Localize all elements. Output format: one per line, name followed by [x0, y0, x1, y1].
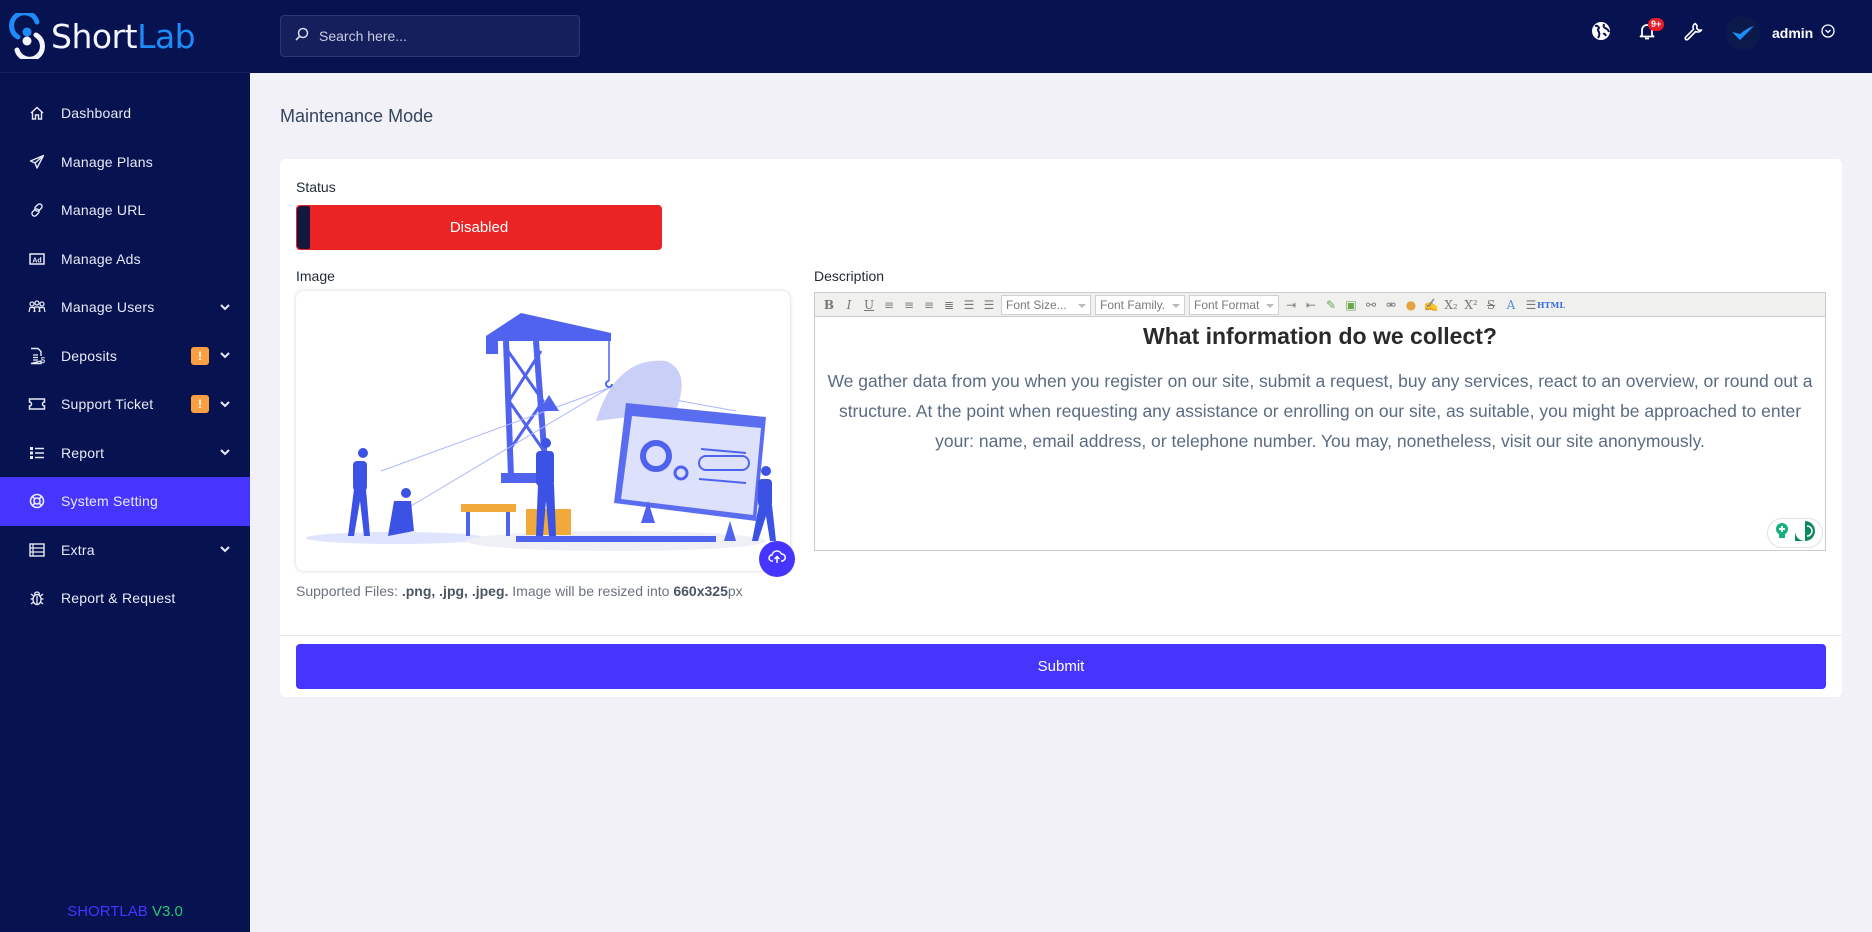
search-icon: [295, 27, 309, 46]
image-label: Image: [296, 268, 335, 284]
unordered-list-icon[interactable]: ☰: [979, 295, 999, 315]
home-icon: [28, 104, 46, 122]
status-label: Status: [296, 179, 336, 195]
status-toggle[interactable]: Disabled: [296, 205, 662, 250]
italic-icon[interactable]: I: [839, 295, 859, 315]
color-palette-icon[interactable]: ●: [1401, 295, 1421, 315]
shortlab-logo-icon: [9, 10, 45, 62]
cloud-upload-icon: [768, 549, 786, 569]
life-ring-icon: [28, 492, 46, 510]
underline-icon[interactable]: U: [859, 295, 879, 315]
form-divider: [280, 635, 1842, 636]
align-center-icon[interactable]: ≡: [899, 295, 919, 315]
topbar: 9+ admin: [250, 0, 1872, 73]
notification-count-badge: 9+: [1648, 18, 1665, 31]
insert-link-icon[interactable]: ⚯: [1361, 295, 1381, 315]
sidebar-item-manage-ads[interactable]: Ad Manage Ads: [0, 235, 250, 284]
subscript-icon[interactable]: X₂: [1441, 295, 1461, 315]
indent-icon[interactable]: ⇥: [1281, 295, 1301, 315]
chevron-down-icon: [219, 398, 231, 410]
supported-files-hint: Supported Files: .png, .jpg, .jpeg. Imag…: [296, 583, 743, 599]
description-label: Description: [814, 268, 885, 284]
sidebar-item-deposits[interactable]: $ Deposits !: [0, 332, 250, 381]
server-icon: [28, 541, 46, 559]
globe-icon: [1591, 21, 1611, 46]
chevron-down-icon: [219, 447, 231, 459]
align-right-icon[interactable]: ≡: [919, 295, 939, 315]
editor-paragraph: We gather data from you when you registe…: [827, 371, 1813, 451]
description-editor[interactable]: B I U ≡ ≡ ≡ ≣ ☰ ☰ Font Size... Font Fami…: [814, 292, 1826, 551]
sidebar-item-report-request[interactable]: Report & Request: [0, 574, 250, 623]
brand-logo[interactable]: ShortLab: [0, 0, 250, 73]
ordered-list-icon[interactable]: ☰: [959, 295, 979, 315]
editor-content[interactable]: What information do we collect? We gathe…: [815, 317, 1825, 462]
insert-image-icon[interactable]: ▣: [1341, 295, 1361, 315]
grammar-assistant-widget[interactable]: [1767, 518, 1823, 548]
brand-name: ShortLab: [51, 16, 196, 56]
superscript-icon[interactable]: X²: [1461, 295, 1481, 315]
xhtml-icon[interactable]: HTML: [1537, 295, 1565, 315]
bug-icon: [28, 589, 46, 607]
lightbulb-icon: [1774, 522, 1790, 545]
user-name: admin: [1772, 25, 1814, 41]
status-value: Disabled: [449, 219, 509, 236]
toggle-knob: [297, 206, 310, 249]
list-icon: [28, 444, 46, 462]
sidebar-item-manage-users[interactable]: Manage Users: [0, 283, 250, 332]
sidebar-item-report[interactable]: Report: [0, 429, 250, 478]
users-icon: [28, 298, 46, 316]
outdent-icon[interactable]: ⇤: [1301, 295, 1321, 315]
align-left-icon[interactable]: ≡: [879, 295, 899, 315]
sidebar: ShortLab Dashboard Manage Plans Manage U…: [0, 0, 250, 932]
page-title: Maintenance Mode: [280, 106, 434, 126]
submit-button[interactable]: Submit: [296, 644, 1826, 689]
language-globe-button[interactable]: [1590, 21, 1612, 46]
upload-image-button[interactable]: [759, 541, 795, 577]
font-format-select[interactable]: Font Format: [1189, 294, 1279, 315]
chevron-down-icon: [219, 350, 231, 362]
align-justify-icon[interactable]: ≣: [939, 295, 959, 315]
sidebar-item-system-setting[interactable]: System Setting: [0, 477, 250, 526]
ad-icon: Ad: [28, 250, 46, 268]
sidebar-menu: Dashboard Manage Plans Manage URL Ad Man…: [0, 89, 250, 623]
maintenance-illustration: [306, 313, 776, 551]
font-size-select[interactable]: Font Size...: [1001, 294, 1091, 315]
grammarly-icon: [1794, 520, 1816, 547]
chevron-down-icon: [219, 301, 231, 313]
wrench-icon: [1683, 21, 1703, 46]
notifications-button[interactable]: 9+: [1636, 18, 1665, 44]
remove-format-icon[interactable]: A: [1501, 295, 1521, 315]
sidebar-item-dashboard[interactable]: Dashboard: [0, 89, 250, 138]
chevron-circle-down-icon: [1821, 23, 1835, 43]
sidebar-item-support-ticket[interactable]: Support Ticket !: [0, 380, 250, 429]
sidebar-item-manage-url[interactable]: Manage URL: [0, 186, 250, 235]
search-box[interactable]: [280, 15, 580, 57]
sidebar-item-extra[interactable]: Extra: [0, 526, 250, 575]
svg-text:Ad: Ad: [32, 257, 41, 264]
editor-heading: What information do we collect?: [1143, 323, 1497, 349]
sidebar-item-manage-plans[interactable]: Manage Plans: [0, 138, 250, 187]
ticket-icon: [28, 395, 46, 413]
user-menu[interactable]: admin: [1726, 15, 1835, 51]
app-version: SHORTLAB V3.0: [67, 903, 183, 920]
warning-badge: !: [191, 395, 209, 414]
bold-icon[interactable]: B: [819, 295, 839, 315]
link-icon: [28, 201, 46, 219]
svg-text:$: $: [41, 356, 46, 365]
maintenance-form-card: Status Disabled Image Supported Files: .…: [280, 159, 1842, 697]
maintenance-image-preview: [296, 291, 790, 571]
unlink-icon[interactable]: ⚮: [1381, 295, 1401, 315]
editor-toolbar: B I U ≡ ≡ ≡ ≣ ☰ ☰ Font Size... Font Fami…: [815, 293, 1825, 317]
font-family-select[interactable]: Font Family.: [1095, 294, 1185, 315]
invoice-dollar-icon: $: [28, 347, 46, 365]
avatar: [1726, 16, 1760, 50]
chevron-down-icon: [219, 544, 231, 556]
edit-image-icon[interactable]: ✎: [1321, 295, 1341, 315]
strikethrough-icon[interactable]: S: [1481, 295, 1501, 315]
settings-wrench-button[interactable]: [1682, 22, 1704, 44]
edit-html-icon[interactable]: ✍: [1421, 295, 1441, 315]
warning-badge: !: [191, 346, 209, 365]
search-input[interactable]: [319, 28, 559, 44]
paper-plane-icon: [28, 153, 46, 171]
